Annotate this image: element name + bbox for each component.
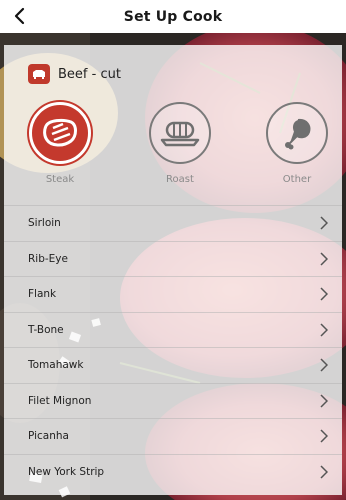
list-item-tomahawk[interactable]: Tomahawk [4,347,342,383]
option-label: Other [282,174,312,185]
list-item-sirloin[interactable]: Sirloin [4,205,342,241]
chevron-right-icon [320,394,328,408]
option-steak[interactable]: Steak [15,102,105,192]
cut-type-options: Steak Roast Other [4,102,342,192]
roast-icon [149,102,211,164]
steak-icon [29,102,91,164]
beef-icon [28,64,50,84]
card-title: Beef - cut [58,66,121,82]
chevron-right-icon [320,323,328,337]
option-label: Steak [45,174,75,185]
list-item-flank[interactable]: Flank [4,276,342,312]
list-item-new-york-strip[interactable]: New York Strip [4,453,342,490]
chevron-right-icon [320,465,328,479]
list-item-label: Sirloin [28,217,61,230]
option-other[interactable]: Other [252,102,342,192]
list-item-label: T-Bone [28,323,64,336]
option-label: Roast [166,174,194,185]
list-item-label: New York Strip [28,465,105,478]
list-item-label: Tomahawk [28,359,84,372]
cut-selection-card: Beef - cut Steak Roast Other Sirloin Rib… [4,45,342,495]
option-roast[interactable]: Roast [135,102,225,192]
list-item-rib-eye[interactable]: Rib-Eye [4,240,342,277]
list-item-label: Filet Mignon [28,394,92,407]
chevron-right-icon [320,216,328,230]
list-item-label: Picanha [28,430,69,443]
list-item-label: Flank [28,288,57,301]
chevron-right-icon [320,287,328,301]
list-item-label: Rib-Eye [28,252,68,265]
list-item-filet-mignon[interactable]: Filet Mignon [4,382,342,419]
meat-leg-icon [266,102,328,164]
list-item-t-bone[interactable]: T-Bone [4,311,342,348]
chevron-right-icon [320,252,328,266]
app-header: Set Up Cook [0,0,346,33]
card-header: Beef - cut [28,63,121,85]
chevron-right-icon [320,429,328,443]
chevron-right-icon [320,358,328,372]
cut-list: Sirloin Rib-Eye Flank T-Bone Tomahawk Fi… [4,205,342,489]
chevron-left-icon [14,7,25,25]
page-title: Set Up Cook [123,8,223,25]
back-button[interactable] [8,4,30,28]
list-item-picanha[interactable]: Picanha [4,418,342,454]
